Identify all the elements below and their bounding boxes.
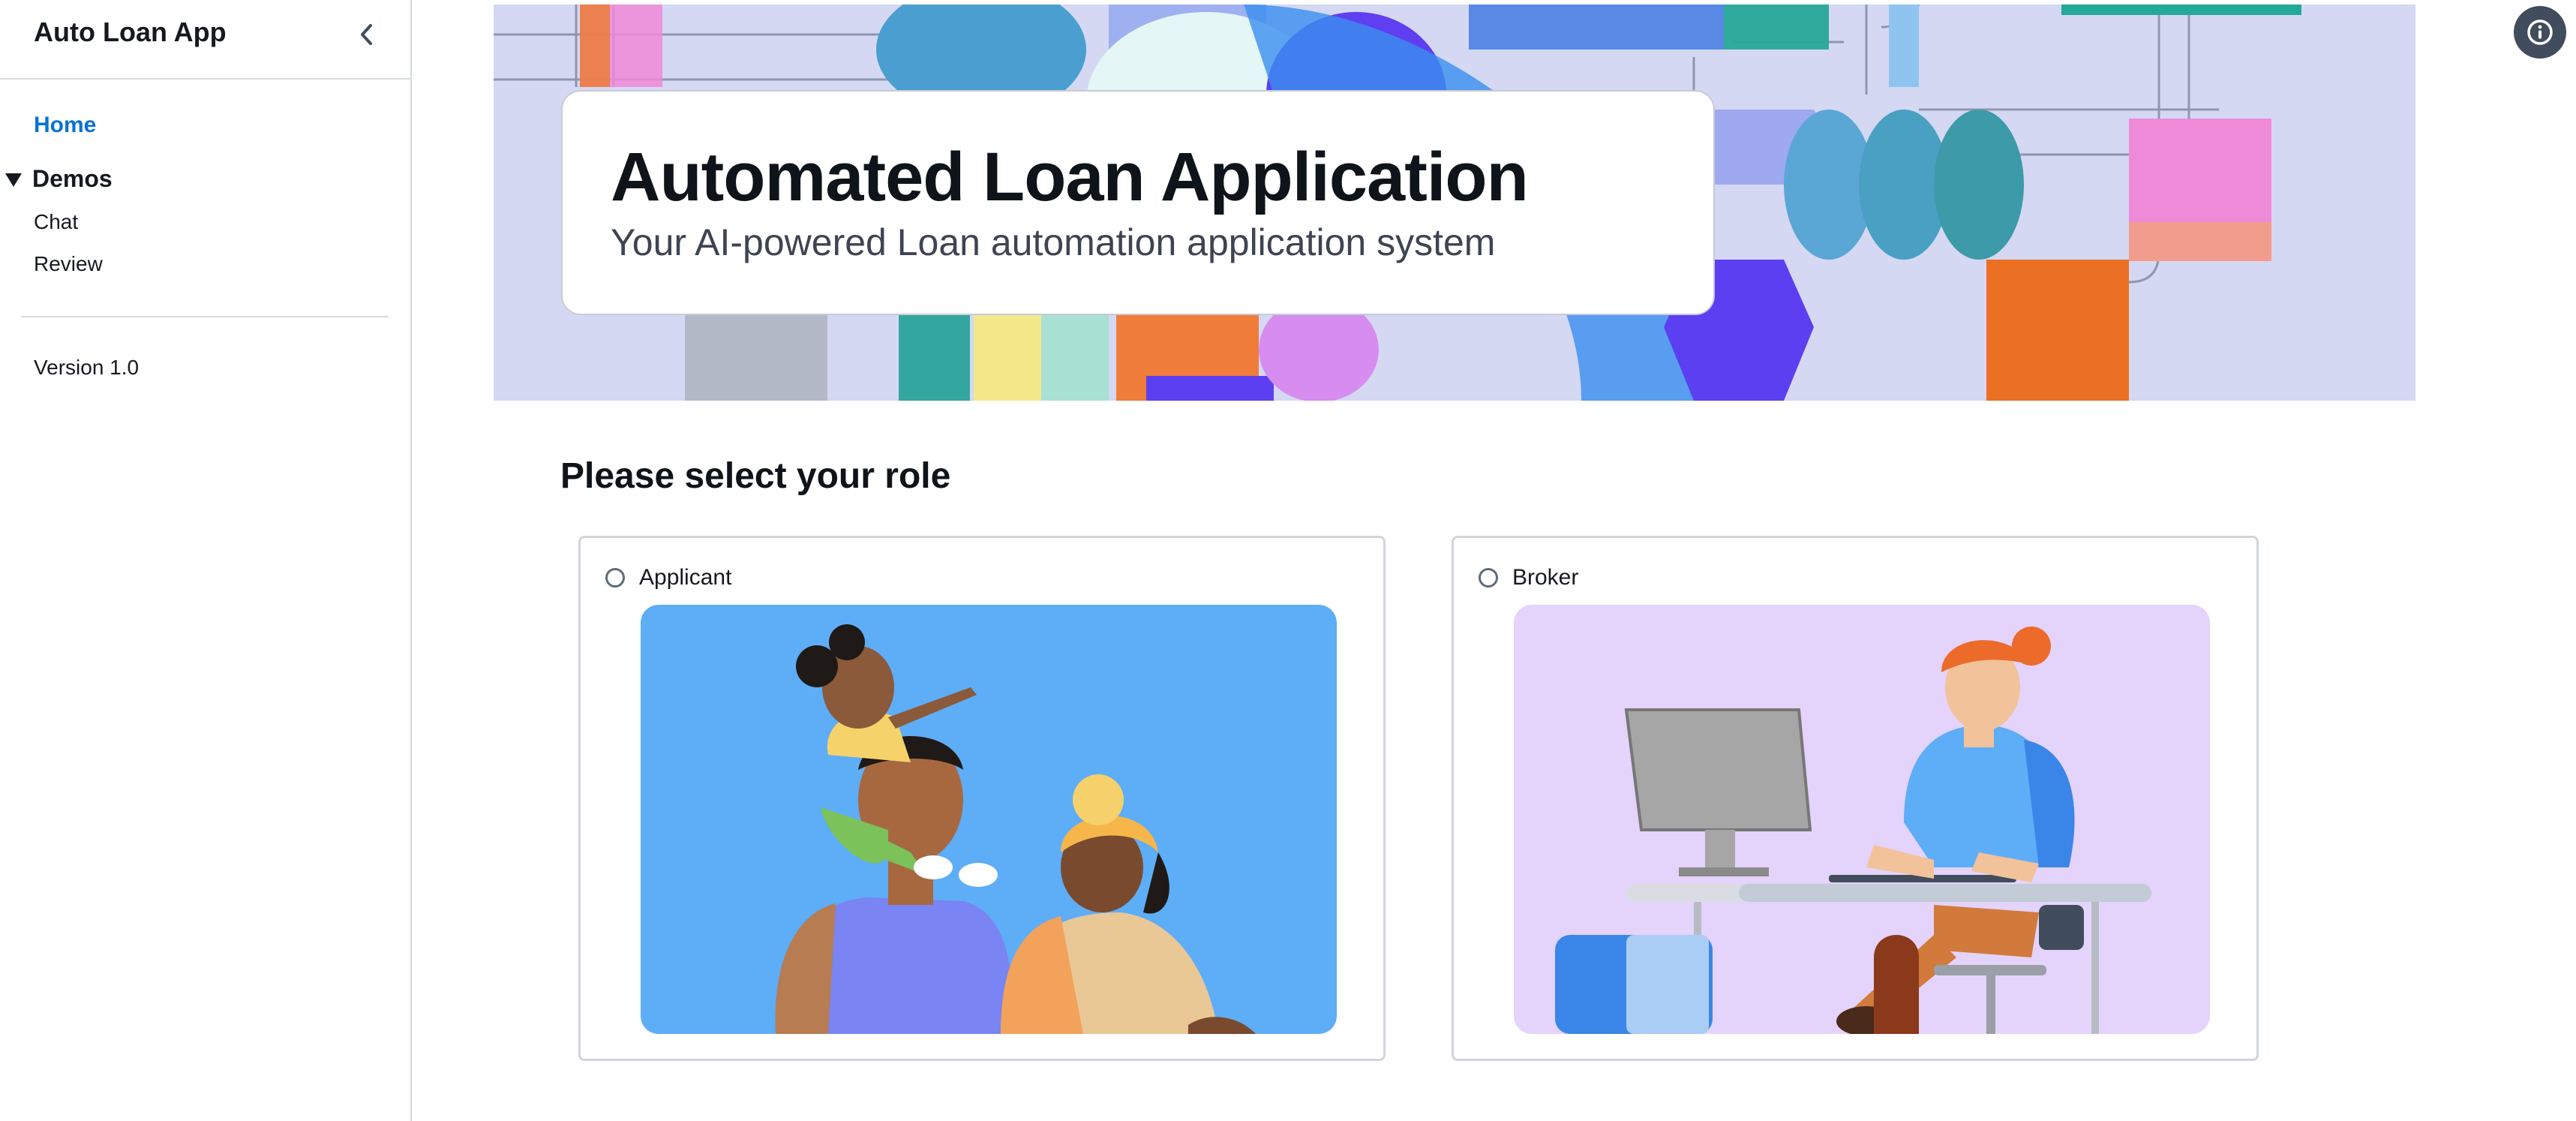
page-title: Automated Loan Application [611, 139, 1529, 215]
broker-radio[interactable] [1479, 568, 1498, 588]
app-title[interactable]: Auto Loan App [34, 17, 227, 48]
sidebar-item-chat[interactable]: Chat [34, 210, 78, 234]
collapse-sidebar-button[interactable] [350, 17, 386, 53]
version-text: Version 1.0 [34, 356, 140, 379]
sidebar-section-label: Demos [32, 165, 113, 192]
broker-radio-option[interactable]: Broker [1479, 565, 1578, 591]
applicant-label: Applicant [639, 565, 732, 590]
role-section-title: Please select your role [560, 456, 951, 496]
info-icon [2527, 20, 2553, 45]
sidebar-header: Auto Loan App [0, 0, 410, 80]
sidebar-section-demos[interactable]: Demos [5, 165, 113, 193]
role-card-applicant[interactable]: Applicant [578, 536, 1386, 1061]
side-navigation: Auto Loan App Home Demos Chat Review Ver… [0, 0, 412, 1121]
info-button[interactable] [2514, 6, 2566, 59]
hero-card: Automated Loan Application Your AI-power… [561, 90, 1715, 315]
role-card-broker[interactable]: Broker [1452, 536, 2259, 1061]
sidebar-divider [21, 316, 389, 317]
applicant-radio-option[interactable]: Applicant [605, 565, 731, 591]
broker-illustration [1514, 605, 2210, 1034]
page-subtitle: Your AI-powered Loan automation applicat… [611, 221, 1496, 263]
hero-banner: Automated Loan Application Your AI-power… [494, 5, 2415, 401]
broker-label: Broker [1512, 565, 1579, 590]
applicant-radio[interactable] [605, 568, 625, 588]
sidebar-item-home[interactable]: Home [34, 113, 96, 138]
caret-down-icon [5, 173, 22, 187]
applicant-illustration [641, 605, 1337, 1034]
chevron-left-icon [361, 24, 372, 45]
sidebar-item-review[interactable]: Review [34, 252, 103, 276]
